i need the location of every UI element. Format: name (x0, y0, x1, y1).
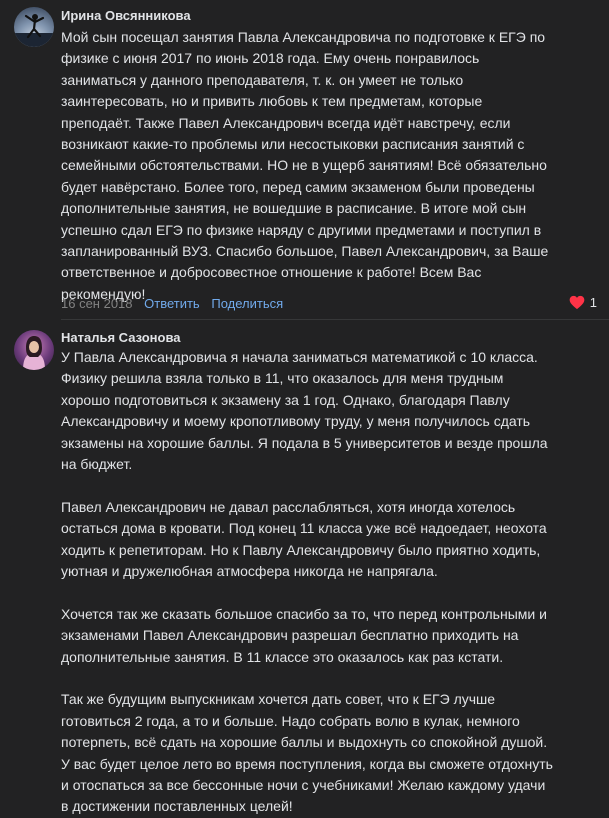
comment-line: потерпеть, всё сдать на хорошие баллы и … (61, 734, 548, 751)
reply-button[interactable]: Ответить (144, 296, 200, 311)
comment-author[interactable]: Ирина Овсянникова (61, 8, 191, 23)
comment-line: семейными обстоятельствами. НО не в ущер… (61, 157, 547, 174)
comment-line: Павел Александрович не давал расслаблять… (61, 498, 516, 515)
heart-icon (569, 295, 585, 310)
comment-author[interactable]: Наталья Сазонова (61, 330, 181, 345)
comment-line: Мой сын посещал занятия Павла Александро… (61, 29, 546, 45)
comment-line: возникают какие-то проблемы или несостык… (61, 136, 525, 153)
avatar[interactable] (14, 330, 54, 370)
like-count: 1 (589, 295, 597, 310)
comment-line: экзамены на хорошие баллы. Я подала в 5 … (61, 434, 548, 451)
comment-line: запланированный ВУЗ. Спасибо большое, Па… (61, 243, 549, 260)
avatar-silhouette-icon (14, 14, 54, 47)
avatar-person-icon (23, 336, 45, 370)
avatar[interactable] (14, 7, 54, 47)
comment-line: дополнительные занятия. В 11 классе это … (61, 648, 504, 665)
comment-text: У Павла Александровича я начала занимать… (61, 347, 607, 818)
comment-line: будет навёрстано. Более того, перед сами… (61, 178, 535, 195)
comment-line: готовиться 2 года, а то и больше. Надо с… (61, 712, 520, 729)
comment-line: хорошо подготовиться к экзамену за 1 год… (61, 391, 510, 408)
comment-text: Мой сын посещал занятия Павла Александро… (61, 27, 607, 305)
comment-line: ответственное и добросовестное отношение… (61, 264, 482, 281)
share-button[interactable]: Поделиться (211, 296, 283, 311)
comment-line: У Павла Александровича я начала занимать… (61, 349, 538, 365)
comment-line: преподаёт. Также Павел Александрович все… (61, 114, 511, 131)
comment-paragraph: Хочется так же сказать большое спасибо з… (61, 604, 607, 668)
comment-meta: 16 сен 2018 Ответить Поделиться (61, 296, 283, 311)
comment-line: заинтересовать, но и привить любовь к те… (61, 93, 483, 110)
comment-line: уютная и дружелюбная атмосфера никогда н… (61, 563, 438, 580)
comment-paragraph: У Павла Александровича я начала занимать… (61, 347, 607, 475)
comment-date[interactable]: 16 сен 2018 (61, 296, 133, 311)
comment-line: Так же будущим выпускникам хочется дать … (61, 691, 496, 708)
comment-line: экзаменами Павел Александрович разрешал … (61, 627, 519, 644)
comment-line: Физику решила взяла только в 11, что ока… (61, 370, 504, 387)
comment-line: и отоспаться за все бессонные ночи с уче… (61, 777, 546, 794)
comment-line: дополнительные занятия, не вошедшие в ра… (61, 200, 527, 217)
comment-line: Александровичу и моему кропотливому труд… (61, 413, 531, 430)
comment-line: успешно сдал ЕГЭ по физике наряду с друг… (61, 221, 542, 238)
divider (61, 319, 609, 320)
comment-paragraph: Павел Александрович не давал расслаблять… (61, 497, 607, 583)
comment-line: на бюджет. (61, 456, 133, 473)
comment-line: физике с июня 2017 по июнь 2018 года. Ем… (61, 50, 480, 67)
comment-paragraph: Так же будущим выпускникам хочется дать … (61, 689, 607, 817)
like-button[interactable]: 1 (569, 295, 597, 310)
comment-line: У вас будет целое лето во время поступле… (61, 755, 553, 772)
comment-line: ходить к репетиторам. Но к Павлу Алексан… (61, 541, 541, 558)
comment-line: заниматься у данного преподавателя, т. к… (61, 71, 464, 88)
comment-line: остаться дома в кровати. Под конец 11 кл… (61, 520, 547, 537)
comment-line: Хочется так же сказать большое спасибо з… (61, 605, 547, 622)
